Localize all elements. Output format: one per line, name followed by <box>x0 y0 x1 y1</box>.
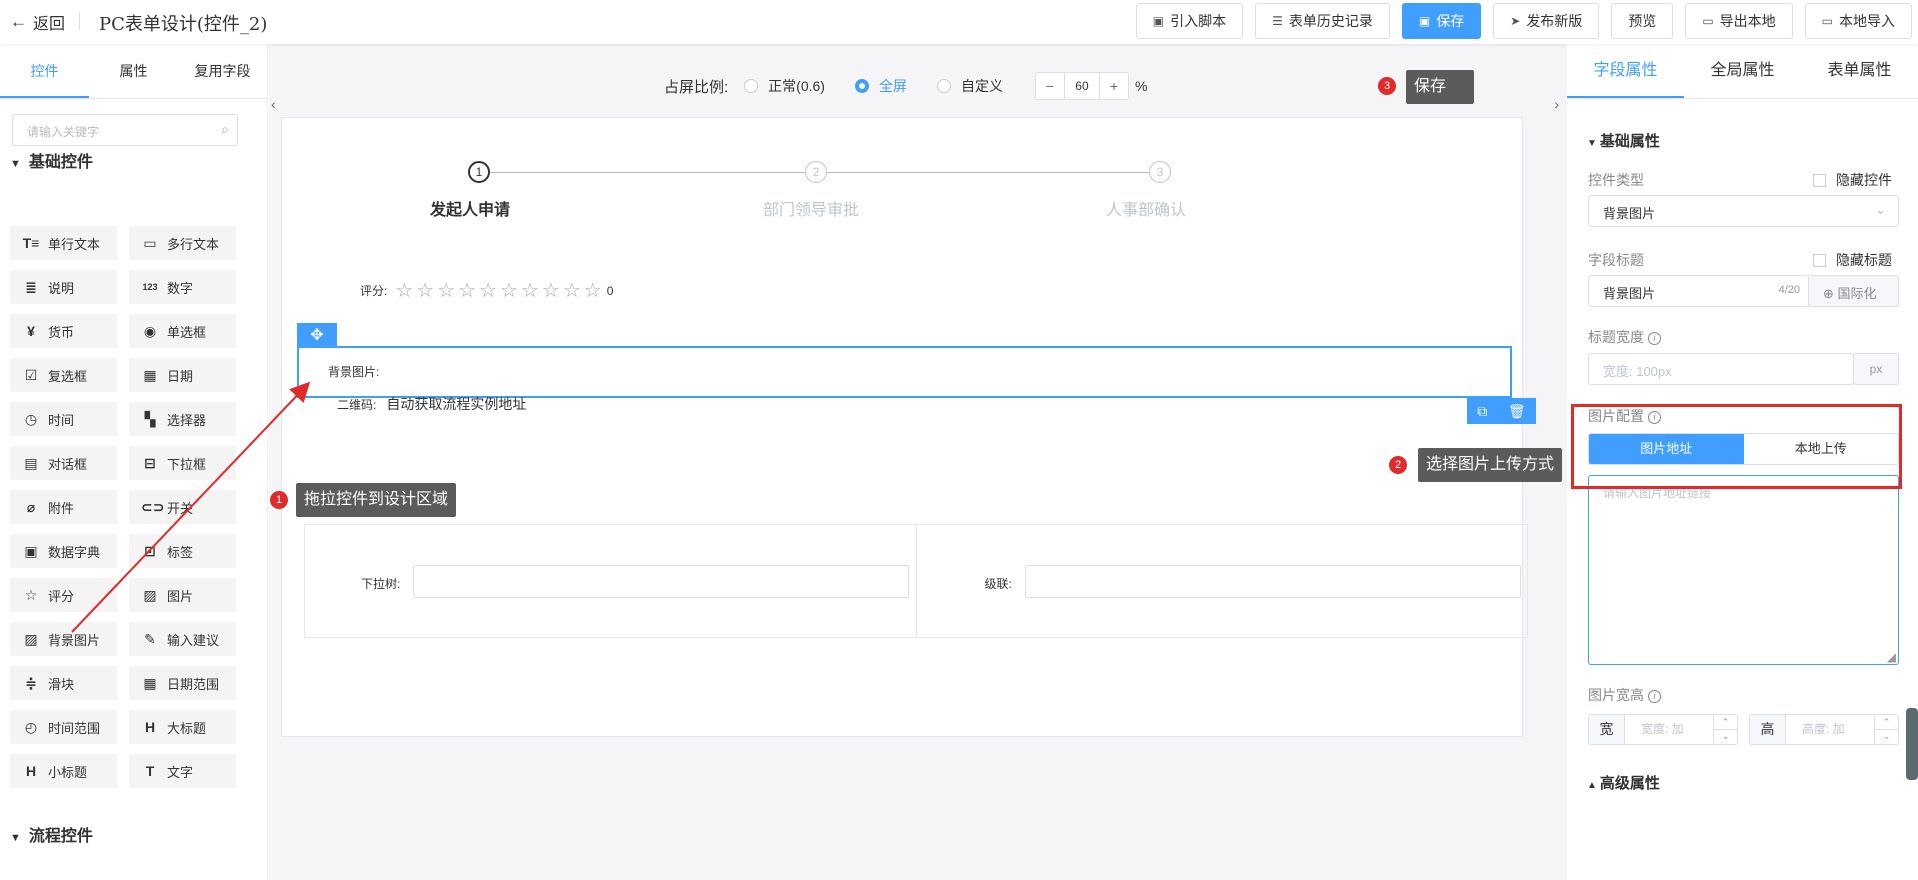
drag-arrow-annotation <box>71 381 311 633</box>
callout-1: 拖拉控件到设计区域 <box>296 483 457 517</box>
callout-3: 保存 <box>1406 70 1474 104</box>
arrow-line <box>71 381 311 633</box>
callout-2-badge: 2 <box>1389 456 1407 474</box>
callout-1-badge: 1 <box>270 491 288 509</box>
callout-2: 选择图片上传方式 <box>1418 448 1563 482</box>
callout-3-badge: 3 <box>1378 77 1396 95</box>
